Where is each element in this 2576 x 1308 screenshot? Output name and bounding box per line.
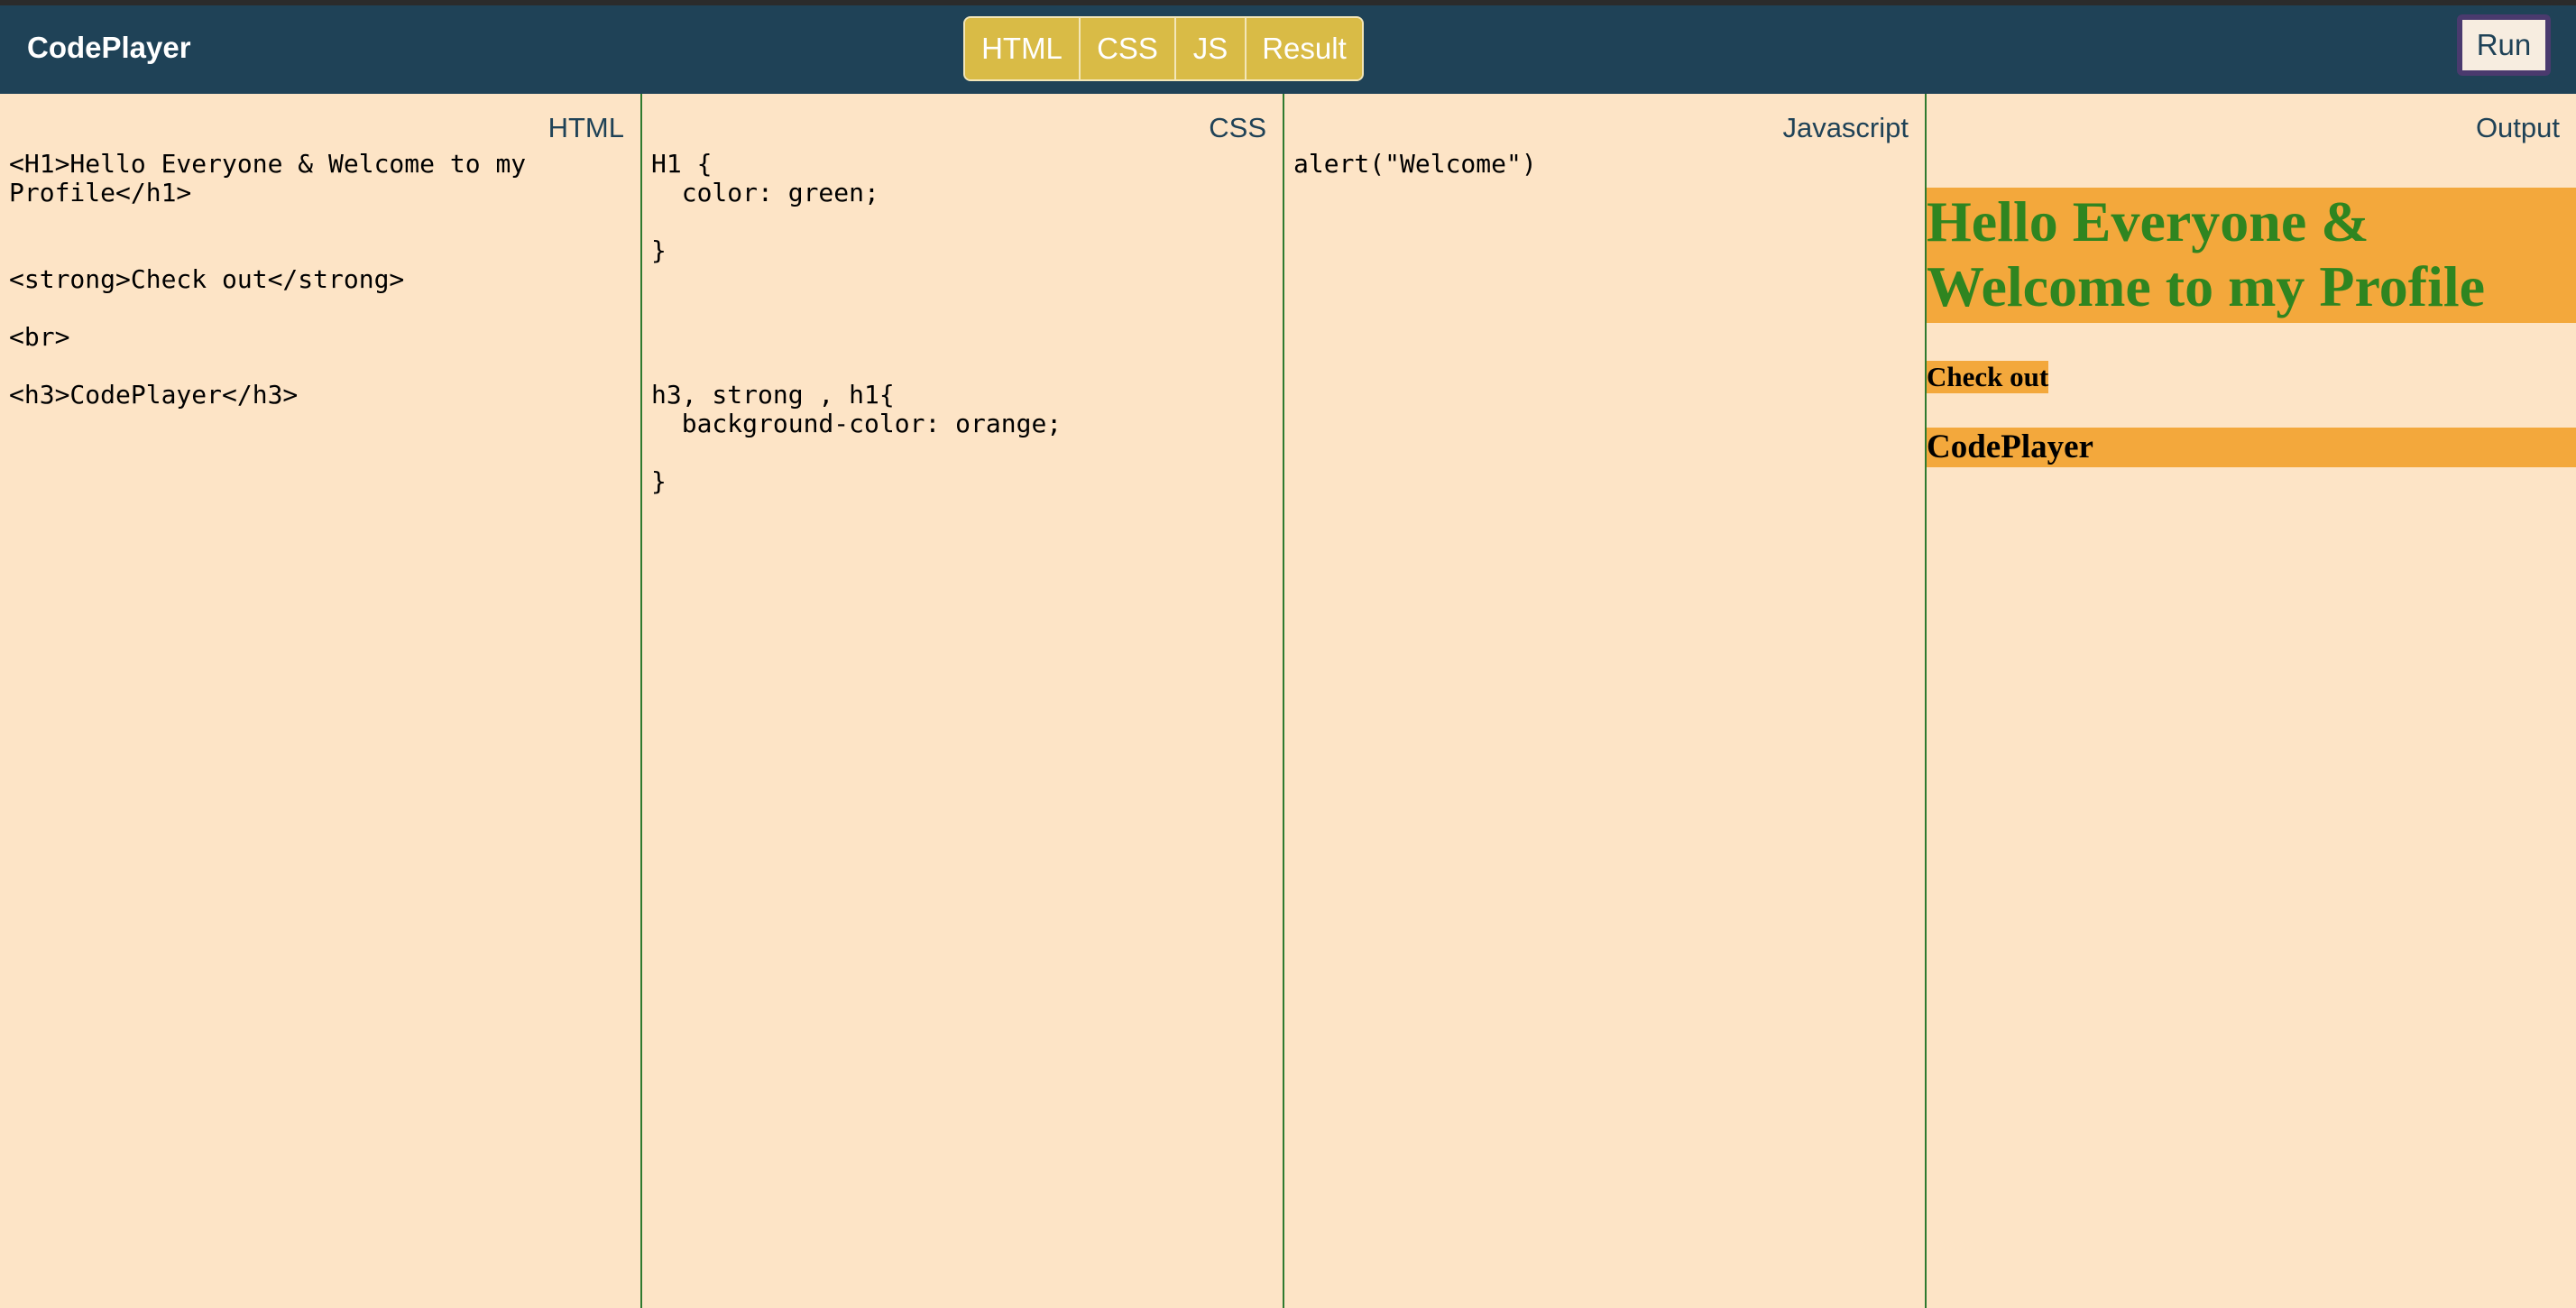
output-frame: Hello Everyone & Welcome to my Profile C… xyxy=(1927,188,2576,467)
toggle-result-button[interactable]: Result xyxy=(1247,18,1362,79)
output-panel-label: Output xyxy=(2475,112,2560,143)
output-subheading: CodePlayer xyxy=(1927,428,2576,467)
js-panel-label: Javascript xyxy=(1782,112,1909,143)
html-panel[interactable]: HTML <H1>Hello Everyone & Welcome to my … xyxy=(0,94,642,1308)
app-title: CodePlayer xyxy=(27,31,191,64)
toggle-js-button[interactable]: JS xyxy=(1176,18,1247,79)
html-code-editor[interactable]: <H1>Hello Everyone & Welcome to my Profi… xyxy=(9,150,631,410)
output-panel: Output Hello Everyone & Welcome to my Pr… xyxy=(1927,94,2576,1308)
panels-container: HTML <H1>Hello Everyone & Welcome to my … xyxy=(0,94,2576,1308)
css-panel[interactable]: CSS H1 { color: green; } h3, strong , h1… xyxy=(642,94,1284,1308)
panel-toggle-group: HTML CSS JS Result xyxy=(963,16,1364,81)
toggle-html-button[interactable]: HTML xyxy=(965,18,1081,79)
toggle-css-button[interactable]: CSS xyxy=(1081,18,1176,79)
js-panel[interactable]: Javascript alert("Welcome") xyxy=(1284,94,1927,1308)
css-code-editor[interactable]: H1 { color: green; } h3, strong , h1{ ba… xyxy=(651,150,1274,496)
output-heading: Hello Everyone & Welcome to my Profile xyxy=(1927,188,2576,323)
output-strong-text: Check out xyxy=(1927,361,2049,393)
html-panel-label: HTML xyxy=(547,112,624,143)
run-button[interactable]: Run xyxy=(2457,14,2551,76)
css-panel-label: CSS xyxy=(1209,112,1266,143)
js-code-editor[interactable]: alert("Welcome") xyxy=(1293,150,1916,179)
top-bar: CodePlayer HTML CSS JS Result Run xyxy=(0,0,2576,94)
